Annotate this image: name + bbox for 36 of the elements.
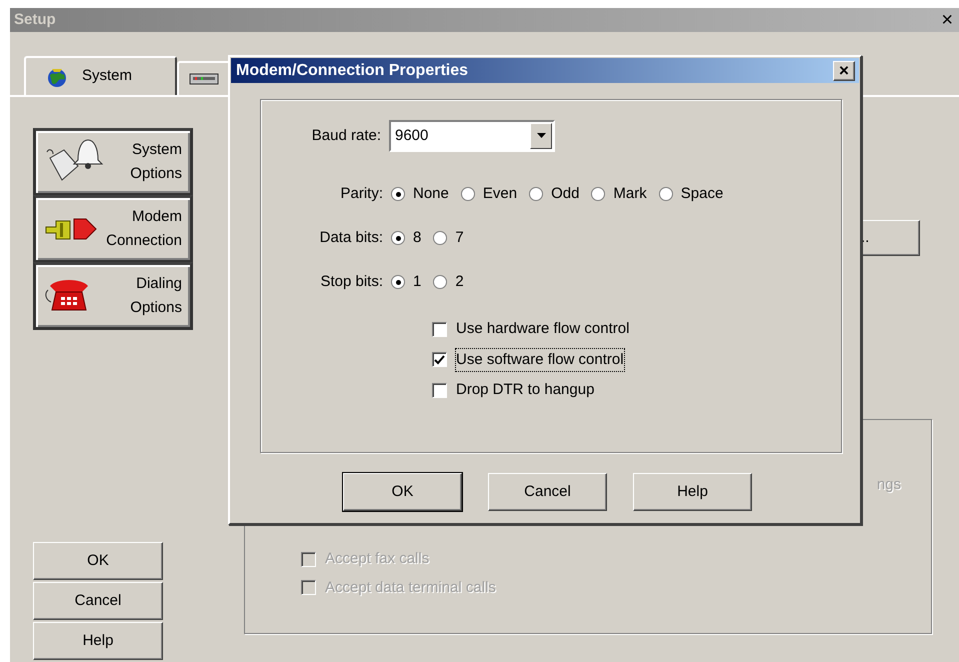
close-button[interactable]: ×	[939, 10, 955, 30]
button[interactable]: OK	[343, 473, 462, 511]
close-button[interactable]: ×	[833, 60, 855, 80]
button[interactable]: OK	[33, 542, 163, 580]
radio-option[interactable]: None	[391, 182, 449, 206]
radio-option[interactable]: 8	[391, 226, 422, 250]
sidebar-button[interactable]: Dialing Options	[33, 262, 193, 330]
checkbox[interactable]	[432, 382, 447, 398]
tab[interactable]: System	[24, 56, 177, 95]
field-label: Baud rate:	[310, 126, 381, 146]
checkbox[interactable]	[432, 352, 447, 368]
sidebar-button[interactable]: System Options	[33, 128, 193, 196]
button[interactable]: Help	[633, 473, 752, 511]
dialog-title: Modem/Connection Properties	[236, 60, 468, 80]
radio-option[interactable]: Even	[460, 182, 518, 206]
checkbox[interactable]	[432, 322, 447, 337]
baud-rate-dropdown[interactable]: 9600	[389, 120, 555, 152]
window-title: Setup	[14, 10, 56, 30]
button[interactable]: Cancel	[488, 473, 607, 511]
modem-icon	[189, 72, 219, 86]
field-label: Parity:	[339, 184, 383, 204]
field-label: Data bits:	[318, 228, 383, 248]
button[interactable]: Cancel	[33, 582, 163, 620]
sidebar-button[interactable]: Modem Connection	[33, 195, 193, 263]
checkbox-label[interactable]: Use software flow control	[456, 348, 624, 371]
button[interactable]: Help	[33, 622, 163, 660]
radio-option[interactable]: 7	[433, 226, 464, 250]
checkbox-label[interactable]: Drop DTR to hangup	[456, 379, 594, 402]
radio-option[interactable]: Odd	[529, 182, 580, 206]
radio-option[interactable]: 1	[391, 270, 422, 294]
radio-option[interactable]: Space	[658, 182, 724, 206]
radio-option[interactable]: 2	[433, 270, 464, 294]
checkbox-label[interactable]: Use hardware flow control	[456, 318, 630, 340]
radio-option[interactable]: Mark	[591, 182, 647, 206]
tab[interactable]	[177, 61, 231, 95]
field-label: Stop bits:	[319, 272, 383, 292]
